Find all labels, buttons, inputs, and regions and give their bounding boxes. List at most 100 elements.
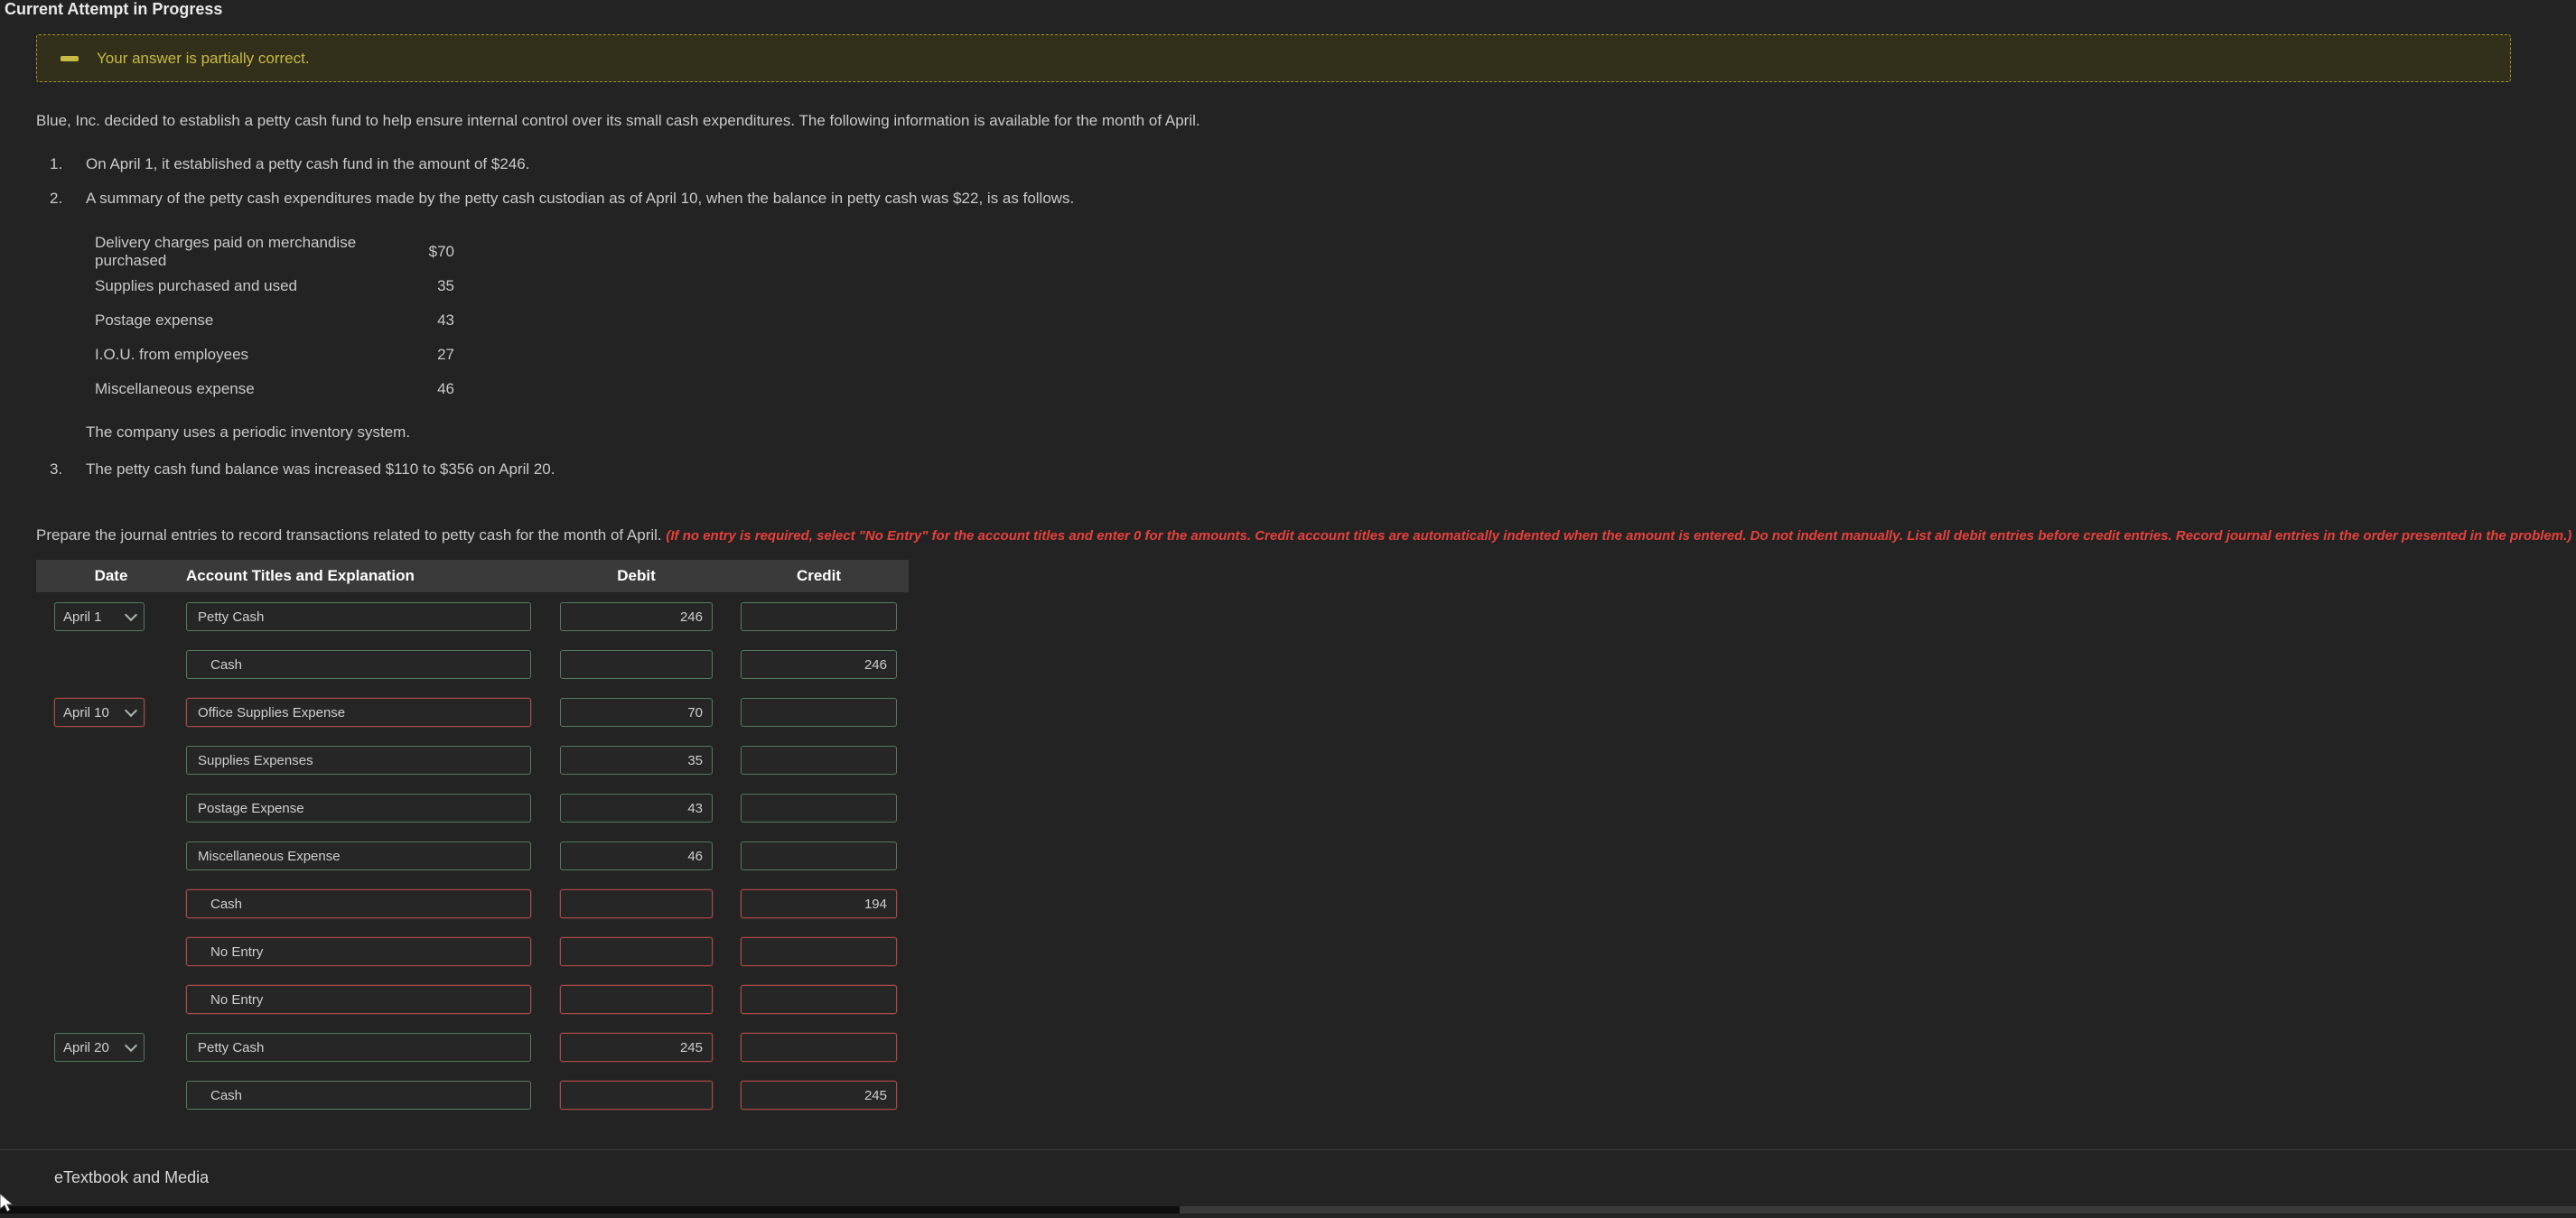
expenditure-amount: $70 [428,243,454,260]
date-select-value: April 10 [63,704,109,721]
credit-input[interactable] [741,602,897,631]
expenditure-label: Postage expense [95,311,214,329]
journal-row [36,889,909,918]
journal-row [36,985,909,1014]
account-input[interactable] [186,1081,531,1110]
account-input[interactable] [186,841,531,870]
item-number: 2. [50,190,63,207]
expenditure-label: Delivery charges paid on merchandise pur… [95,234,357,269]
account-input[interactable] [186,1033,531,1062]
journal-row [36,1081,909,1110]
date-select-value: April 1 [63,609,102,625]
etextbook-and-media-section[interactable]: eTextbook and Media [54,1168,209,1187]
item-text: The petty cash fund balance was increase… [86,460,555,478]
credit-input[interactable] [741,841,897,870]
chevron-down-icon [124,608,138,622]
journal-row: April 10 [36,698,909,727]
account-input[interactable] [186,937,531,966]
expenditure-label: I.O.U. from employees [95,346,249,363]
credit-input[interactable] [741,698,897,727]
credit-input[interactable] [741,794,897,823]
credit-input[interactable] [741,889,897,918]
instruction-text: Prepare the journal entries to record tr… [36,526,662,544]
journal-row [36,746,909,775]
list-item: 1. On April 1, it established a petty ca… [36,154,2540,173]
credit-input[interactable] [741,1033,897,1062]
debit-input[interactable] [560,698,713,727]
partially-correct-dash-icon [61,55,79,61]
debit-input[interactable] [560,937,713,966]
expenditure-row: Miscellaneous expense 46 [95,372,454,406]
credit-input[interactable] [741,1081,897,1110]
alert-message: Your answer is partially correct. [97,49,310,67]
journal-row: April 1 [36,602,909,631]
item-text: On April 1, it established a petty cash … [86,155,530,172]
journal-header: Date Account Titles and Explanation Debi… [36,560,909,592]
journal-row [36,937,909,966]
debit-input[interactable] [560,1081,713,1110]
expenditure-label: Miscellaneous expense [95,380,255,397]
horizontal-scrollbar[interactable] [0,1206,2576,1213]
debit-input[interactable] [560,746,713,775]
debit-input[interactable] [560,889,713,918]
scrollbar-thumb[interactable] [0,1206,1180,1213]
instruction: Prepare the journal entries to record tr… [36,525,2571,545]
expenditure-row: Delivery charges paid on merchandise pur… [95,234,454,269]
date-select[interactable]: April 10 [54,698,145,727]
credit-input[interactable] [741,746,897,775]
main-content: Your answer is partially correct. Blue, … [36,0,2571,1129]
expenditure-amount: 43 [437,311,454,329]
header-credit: Credit [796,567,842,584]
partial-correct-alert: Your answer is partially correct. [36,34,2511,82]
account-input[interactable] [186,602,531,631]
expenditure-amount: 27 [437,346,454,363]
header-date: Date [94,567,128,584]
debit-input[interactable] [560,841,713,870]
header-debit: Debit [617,567,656,584]
chevron-down-icon [124,703,138,718]
expenditure-table: Delivery charges paid on merchandise pur… [95,234,454,406]
journal-row [36,650,909,679]
debit-input[interactable] [560,985,713,1014]
debit-input[interactable] [560,650,713,679]
credit-input[interactable] [741,650,897,679]
date-select[interactable]: April 1 [54,602,145,631]
header-account: Account Titles and Explanation [186,567,415,584]
debit-input[interactable] [560,602,713,631]
section-divider [0,1149,2576,1150]
problem-list: 1. On April 1, it established a petty ca… [36,154,2540,208]
mouse-cursor-icon [0,1193,20,1218]
credit-input[interactable] [741,985,897,1014]
date-select[interactable]: April 20 [54,1033,145,1062]
item-number: 1. [50,155,63,172]
expenditure-row: Postage expense 43 [95,303,454,338]
expenditure-amount: 35 [437,277,454,294]
debit-input[interactable] [560,1033,713,1062]
account-input[interactable] [186,985,531,1014]
chevron-down-icon [124,1038,138,1053]
account-input[interactable] [186,650,531,679]
list-item: 3. The petty cash fund balance was incre… [36,460,2540,479]
instruction-warning: (If no entry is required, select "No Ent… [666,528,2572,544]
inventory-note: The company uses a periodic inventory sy… [86,423,411,441]
debit-input[interactable] [560,794,713,823]
account-input[interactable] [186,746,531,775]
item-number: 3. [50,460,63,478]
journal-table: Date Account Titles and Explanation Debi… [36,560,909,1110]
journal-rows: April 1 April 10 [36,602,909,1110]
date-select-value: April 20 [63,1039,109,1055]
expenditure-amount: 46 [437,380,454,397]
expenditure-row: I.O.U. from employees 27 [95,338,454,372]
journal-row: April 20 [36,1033,909,1062]
account-input[interactable] [186,698,531,727]
account-input[interactable] [186,794,531,823]
expenditure-row: Supplies purchased and used 35 [95,269,454,303]
journal-row [36,841,909,870]
credit-input[interactable] [741,937,897,966]
problem-intro: Blue, Inc. decided to establish a petty … [36,112,1200,129]
journal-row [36,794,909,823]
list-item: 2. A summary of the petty cash expenditu… [36,189,2540,208]
item-text: A summary of the petty cash expenditures… [86,190,1075,207]
account-input[interactable] [186,889,531,918]
expenditure-label: Supplies purchased and used [95,277,297,294]
